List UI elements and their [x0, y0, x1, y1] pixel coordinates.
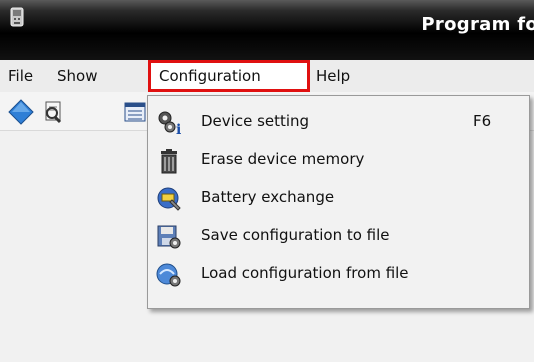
- battery-exchange-label: Battery exchange: [201, 188, 335, 206]
- save-configuration-label: Save configuration to file: [201, 226, 390, 244]
- load-configuration-label: Load configuration from file: [201, 264, 409, 282]
- menu-configuration[interactable]: Configuration: [148, 60, 310, 92]
- menu-bar: File Show Configuration Help: [0, 60, 534, 93]
- svg-text:i: i: [176, 122, 181, 136]
- device-setting-label: Device setting: [201, 112, 310, 130]
- app-icon: [10, 7, 24, 27]
- device-setting-shortcut: F6: [473, 112, 492, 130]
- menu-help[interactable]: Help: [316, 60, 350, 92]
- menu-item-save-configuration[interactable]: Save configuration to file: [148, 218, 529, 254]
- title-bar: Program fo: [0, 0, 534, 60]
- menu-item-device-setting[interactable]: i Device setting F6: [148, 104, 529, 140]
- window-title: Program fo: [421, 14, 534, 35]
- menu-item-load-configuration[interactable]: Load configuration from file: [148, 256, 529, 292]
- gear-info-icon: i: [158, 111, 181, 136]
- load-config-icon: [156, 263, 181, 287]
- battery-wrench-icon: [157, 187, 181, 211]
- menu-item-erase-device-memory[interactable]: Erase device memory: [148, 142, 529, 178]
- menu-show[interactable]: Show: [57, 60, 97, 92]
- menu-item-battery-exchange[interactable]: Battery exchange: [148, 180, 529, 216]
- diamond-icon[interactable]: [8, 99, 34, 125]
- search-document-icon[interactable]: [41, 99, 67, 125]
- configuration-dropdown: i Device setting F6 Erase device memory …: [147, 95, 530, 309]
- list-icon[interactable]: [123, 99, 147, 125]
- save-config-icon: [157, 225, 181, 249]
- erase-device-memory-label: Erase device memory: [201, 150, 365, 168]
- menu-file[interactable]: File: [8, 60, 33, 92]
- trash-icon: [161, 149, 177, 174]
